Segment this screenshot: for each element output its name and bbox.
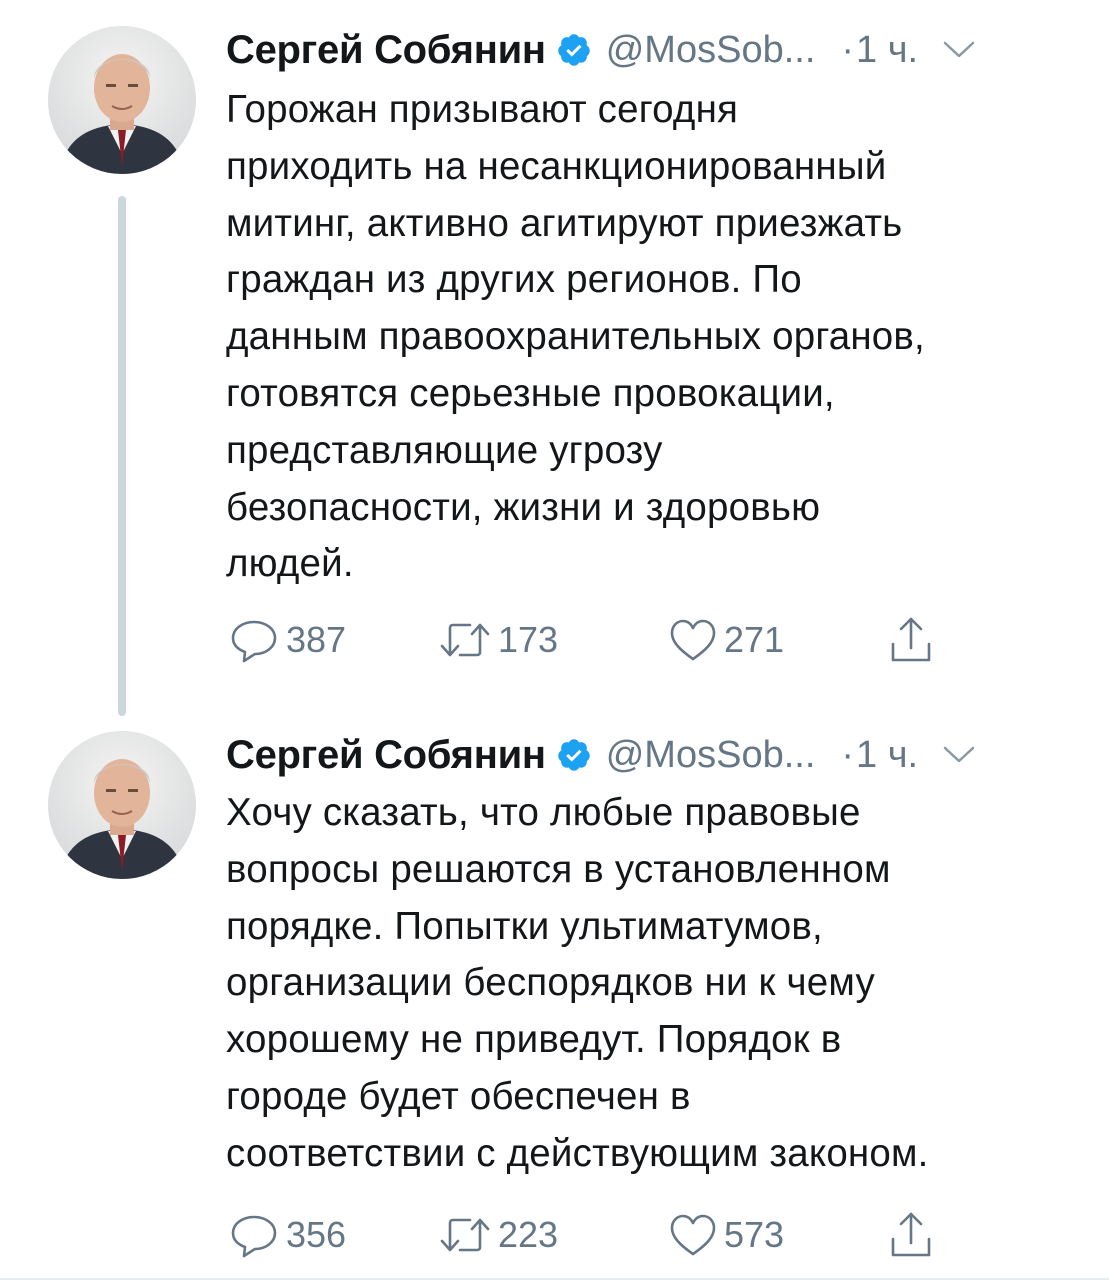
tweet-header: Сергей Собянин @MosSob... · 1 ч. [226, 727, 1076, 783]
tweet-text: Хочу сказать, что любые правовые вопросы… [226, 791, 929, 1175]
share-button[interactable] [888, 610, 934, 670]
tweet-actions: 356 223 573 [228, 1205, 988, 1265]
avatar-portrait-image [48, 731, 196, 879]
retweet-icon [440, 1218, 490, 1252]
reply-button[interactable]: 387 [228, 610, 346, 670]
separator-dot: · [841, 28, 855, 71]
share-icon [891, 617, 931, 662]
reply-icon [231, 620, 277, 663]
chevron-down-icon[interactable] [942, 745, 976, 765]
reply-count: 387 [286, 619, 347, 660]
share-button[interactable] [888, 1205, 934, 1265]
avatar-portrait-image [48, 26, 196, 174]
timestamp[interactable]: 1 ч. [856, 29, 918, 72]
like-button[interactable]: 573 [668, 1205, 784, 1265]
like-button[interactable]: 271 [668, 610, 784, 670]
author-name[interactable]: Сергей Собянин [226, 28, 546, 73]
retweet-button[interactable]: 223 [438, 1205, 558, 1265]
avatar[interactable] [48, 26, 196, 174]
share-icon [891, 1212, 931, 1257]
like-count: 271 [724, 619, 785, 660]
tweet[interactable]: Сергей Собянин @MosSob... · 1 ч. Хочу ск… [0, 705, 1109, 1280]
tweet-text: Горожан призывают сегодня приходить на н… [226, 88, 925, 586]
timestamp[interactable]: 1 ч. [856, 734, 918, 777]
retweet-count: 173 [498, 619, 559, 660]
author-handle[interactable]: @MosSob... [606, 734, 816, 777]
separator-dot: · [841, 733, 855, 776]
tweet-header: Сергей Собянин @MosSob... · 1 ч. [226, 22, 1076, 78]
heart-icon [670, 1214, 716, 1256]
author-name[interactable]: Сергей Собянин [226, 733, 546, 778]
heart-icon [670, 619, 716, 661]
verified-badge-icon [556, 32, 592, 68]
reply-button[interactable]: 356 [228, 1205, 346, 1265]
tweet[interactable]: Сергей Собянин @MosSob... · 1 ч. Горожан… [0, 0, 1109, 700]
retweet-button[interactable]: 173 [438, 610, 558, 670]
verified-badge-icon [556, 737, 592, 773]
reply-count: 356 [286, 1214, 347, 1255]
retweet-count: 223 [498, 1214, 559, 1255]
author-handle[interactable]: @MosSob... [606, 29, 816, 72]
like-count: 573 [724, 1214, 785, 1255]
reply-icon [231, 1215, 277, 1258]
chevron-down-icon[interactable] [942, 40, 976, 60]
tweet-actions: 387 173 271 [228, 610, 988, 670]
retweet-icon [440, 623, 490, 657]
avatar[interactable] [48, 731, 196, 879]
